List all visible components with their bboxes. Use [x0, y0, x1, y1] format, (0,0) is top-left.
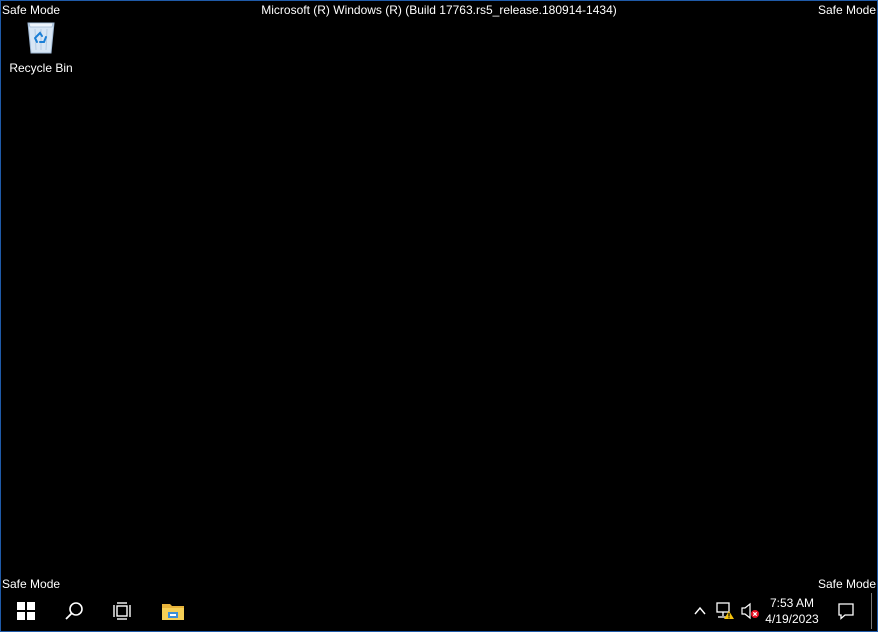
recycle-bin-icon: [27, 22, 55, 54]
search-button[interactable]: [50, 591, 98, 631]
safe-mode-label-bottom-right: Safe Mode: [817, 577, 876, 591]
chevron-up-icon: [694, 606, 706, 615]
windows-logo-icon: [17, 602, 35, 620]
clock-time: 7:53 AM: [769, 596, 815, 610]
show-hidden-icons-button[interactable]: [691, 591, 709, 631]
clock-date: 4/19/2023: [765, 612, 819, 626]
start-button[interactable]: [2, 591, 50, 631]
action-center-icon: [838, 603, 854, 620]
clock[interactable]: 7:53 AM 4/19/2023: [759, 595, 825, 627]
desktop: Safe Mode Safe Mode Microsoft (R) Window…: [0, 0, 878, 632]
desktop-icon-recycle-bin[interactable]: Recycle Bin: [5, 15, 77, 77]
network-tray-button[interactable]: [713, 591, 737, 631]
taskbar: 7:53 AM 4/19/2023: [1, 591, 877, 631]
task-view-icon: [113, 602, 131, 620]
volume-muted-icon: [741, 602, 759, 620]
volume-tray-button[interactable]: [739, 591, 761, 631]
task-view-button[interactable]: [98, 591, 146, 631]
network-warning-icon: [716, 602, 734, 619]
safe-mode-label-bottom-left: Safe Mode: [2, 577, 61, 591]
search-icon: [65, 602, 83, 620]
show-desktop-divider[interactable]: [871, 593, 872, 629]
desktop-icon-label: Recycle Bin: [9, 61, 73, 75]
folder-icon: [162, 604, 184, 620]
build-string: Microsoft (R) Windows (R) (Build 17763.r…: [261, 3, 617, 17]
action-center-button[interactable]: [831, 591, 861, 631]
file-explorer-button[interactable]: [149, 591, 197, 631]
